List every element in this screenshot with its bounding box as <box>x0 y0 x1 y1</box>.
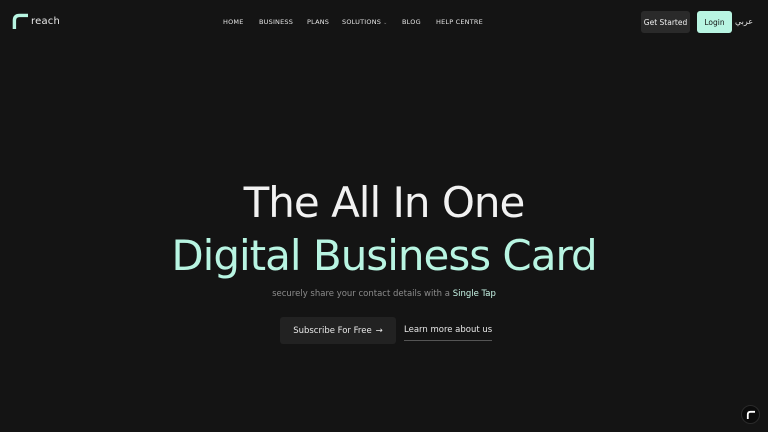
nav-item-solutions[interactable]: SOLUTIONS ⌄ <box>342 17 387 28</box>
learn-more-link[interactable]: Learn more about us <box>404 323 493 341</box>
reach-logo-icon <box>746 410 755 419</box>
get-started-button[interactable]: Get Started <box>641 11 690 33</box>
hero-subtitle: securely share your contact details with… <box>0 288 768 300</box>
hero-subtitle-highlight: Single Tap <box>452 289 496 299</box>
nav-item-solutions-label: SOLUTIONS <box>342 18 382 26</box>
language-toggle[interactable]: عربي <box>735 16 753 28</box>
nav-item-home[interactable]: HOME <box>223 17 244 27</box>
hero-title-line2: Digital Business Card <box>171 231 597 280</box>
floating-chat-button[interactable] <box>741 405 760 424</box>
nav-item-business[interactable]: BUSINESS <box>259 17 293 27</box>
nav-item-blog[interactable]: BLOG <box>402 17 421 27</box>
arrow-right-icon: → <box>375 325 383 336</box>
hero-subtitle-text: securely share your contact details with… <box>272 289 450 299</box>
nav-item-plans[interactable]: PLANS <box>307 17 329 27</box>
subscribe-button-label: Subscribe For Free <box>293 325 372 336</box>
landing-page: reach HOME BUSINESS PLANS SOLUTIONS ⌄ BLO… <box>0 0 768 432</box>
nav-item-help-centre[interactable]: HELP CENTRE <box>436 17 483 27</box>
chevron-down-icon: ⌄ <box>383 20 388 26</box>
subscribe-button[interactable]: Subscribe For Free → <box>280 317 396 344</box>
hero-title-line1: The All In One <box>243 178 526 227</box>
login-button[interactable]: Login <box>697 11 732 33</box>
